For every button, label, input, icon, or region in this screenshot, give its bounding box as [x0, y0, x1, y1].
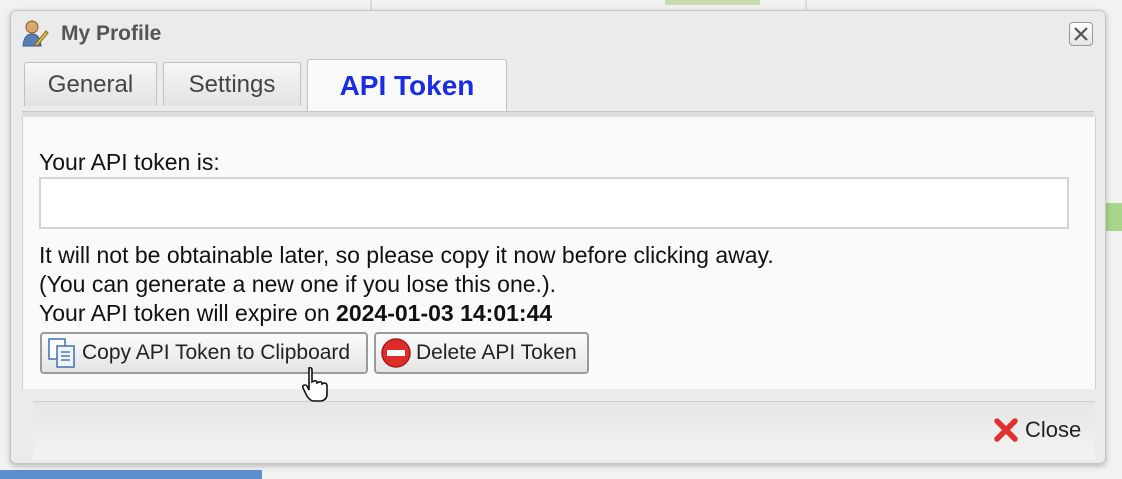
api-token-panel: Your API token is: It will not be obtain… — [22, 117, 1096, 389]
dialog-close-button[interactable] — [1069, 22, 1093, 46]
hand-cursor-icon — [300, 366, 332, 409]
tab-settings[interactable]: Settings — [163, 62, 301, 106]
dialog-titlebar[interactable]: My Profile — [11, 11, 1105, 55]
copy-token-label: Copy API Token to Clipboard — [82, 341, 351, 364]
background-bar — [0, 470, 262, 479]
dialog-footer: Close — [33, 401, 1095, 460]
api-token-notice: It will not be obtainable later, so plea… — [39, 241, 774, 328]
expiry-line: Your API token will expire on 2024-01-03… — [39, 299, 774, 328]
background-bar — [665, 0, 760, 5]
delete-token-label: Delete API Token — [416, 341, 577, 364]
expiry-prefix: Your API token will expire on — [39, 300, 330, 326]
delete-icon — [380, 337, 412, 369]
background-divider — [805, 0, 807, 10]
profile-dialog: My Profile General Settings API Token Yo… — [10, 10, 1106, 464]
close-label: Close — [1025, 417, 1082, 442]
background-divider — [370, 0, 372, 10]
delete-token-button[interactable]: Delete API Token — [374, 332, 589, 374]
close-button[interactable]: Close — [993, 414, 1081, 446]
close-icon — [1074, 27, 1088, 41]
expiry-date: 2024-01-03 14:01:44 — [336, 300, 553, 326]
notice-line: It will not be obtainable later, so plea… — [39, 242, 774, 268]
api-token-label: Your API token is: — [39, 149, 220, 175]
tab-general[interactable]: General — [24, 62, 157, 106]
dialog-title: My Profile — [61, 22, 162, 45]
tab-api-token[interactable]: API Token — [307, 59, 507, 111]
api-token-field[interactable] — [39, 177, 1069, 229]
background-bar — [1104, 203, 1122, 231]
tab-bar: General Settings API Token — [24, 59, 1096, 111]
user-edit-icon — [21, 19, 49, 49]
copy-icon — [46, 337, 78, 369]
close-icon — [993, 417, 1019, 443]
notice-line: (You can generate a new one if you lose … — [39, 271, 556, 297]
